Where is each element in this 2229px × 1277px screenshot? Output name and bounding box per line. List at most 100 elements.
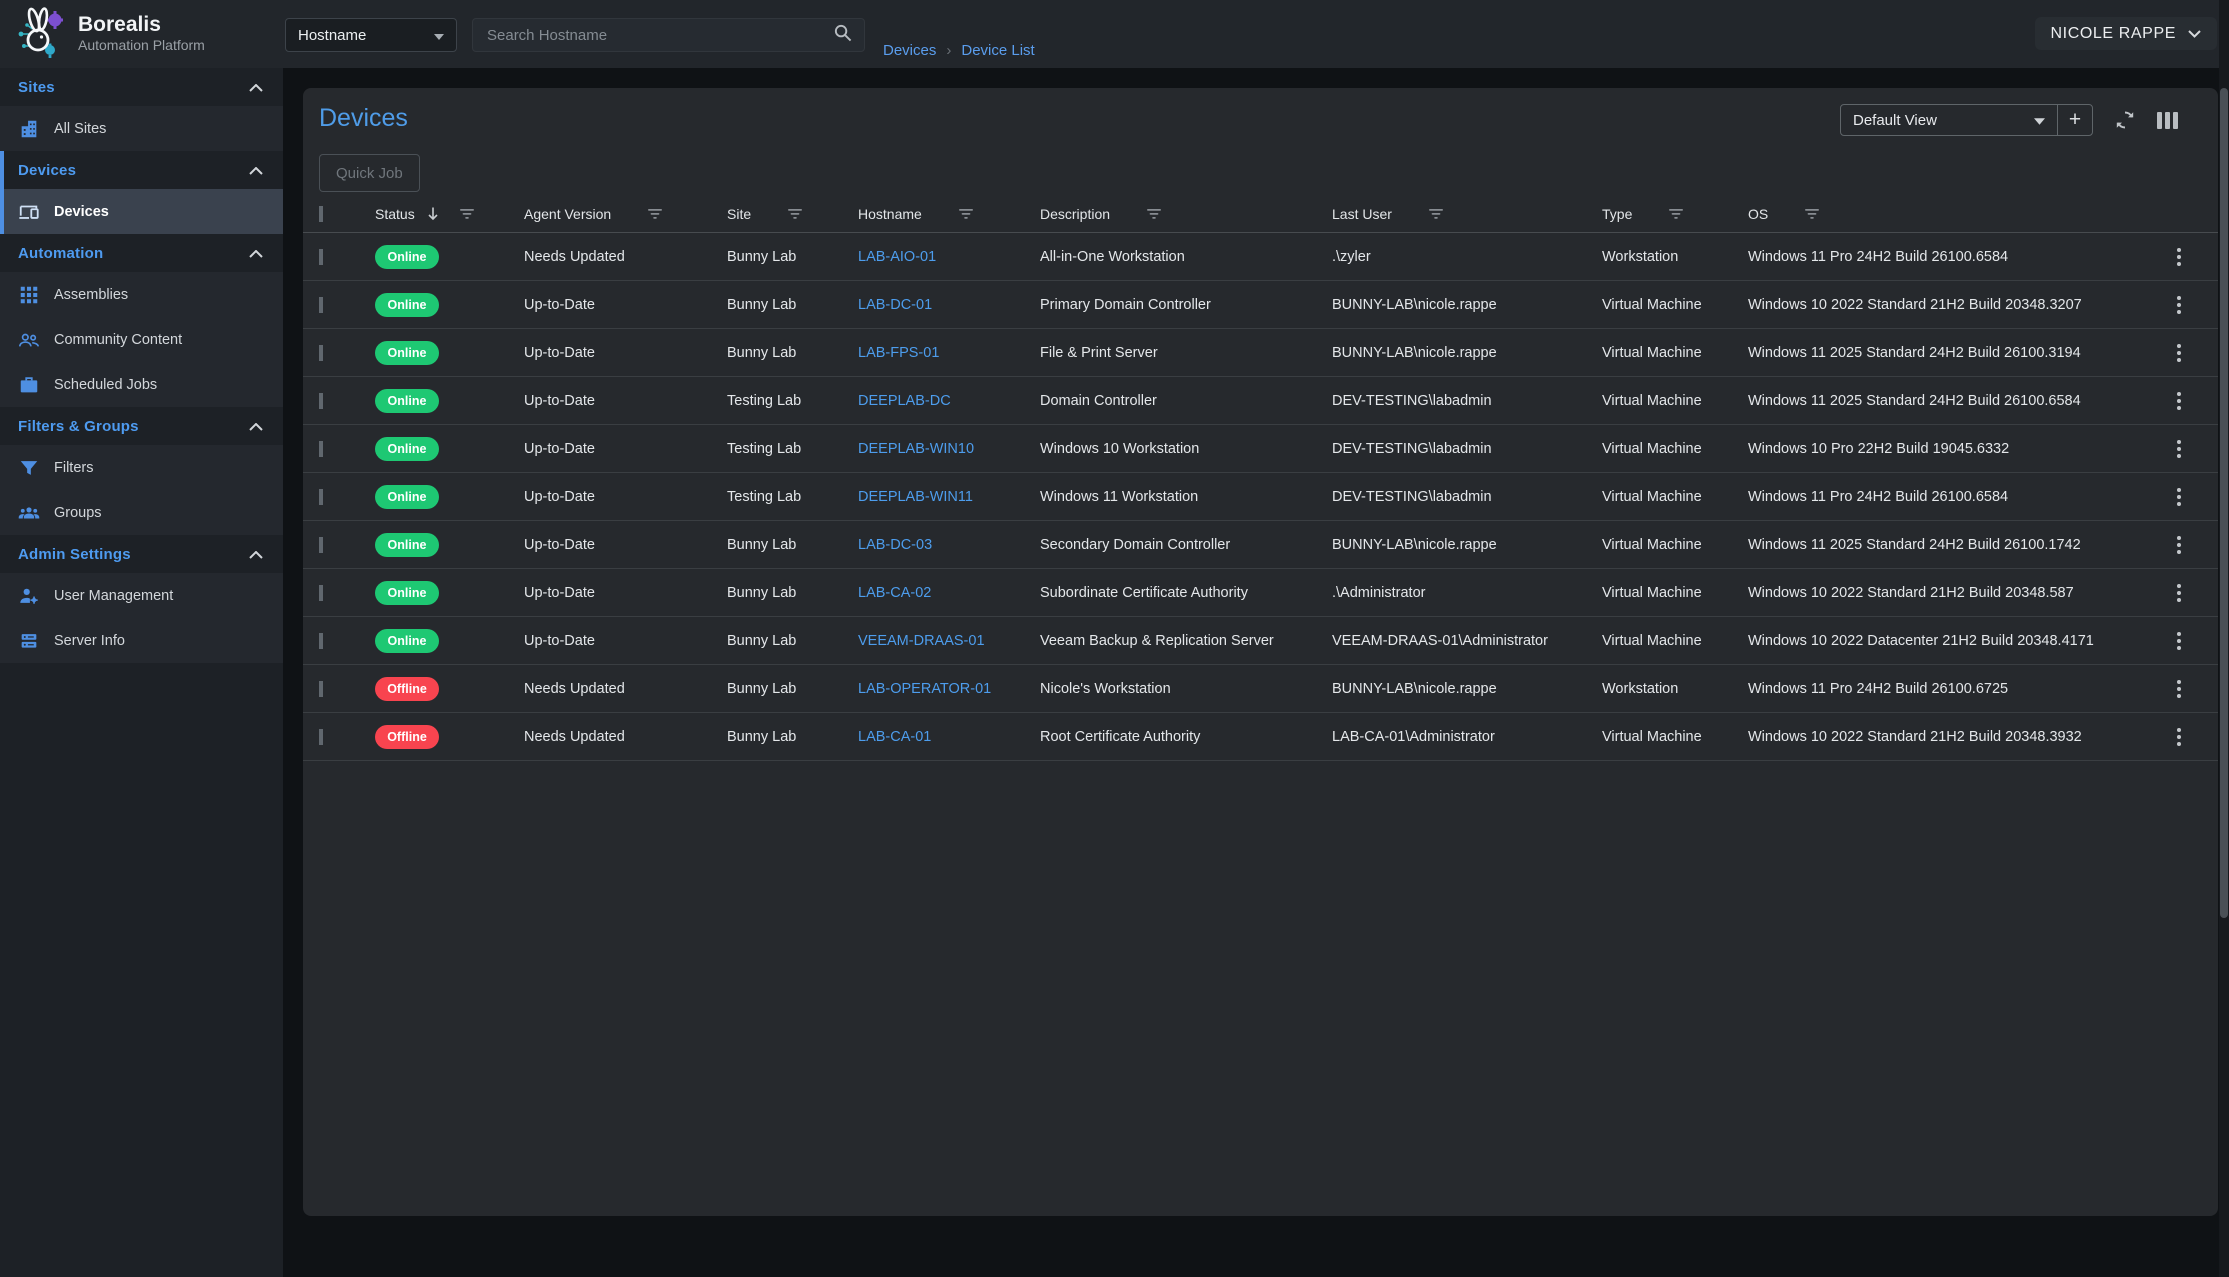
- hostname-link[interactable]: LAB-DC-03: [858, 537, 932, 553]
- row-actions-kebab-icon[interactable]: [2173, 436, 2185, 462]
- hostname-link[interactable]: DEEPLAB-DC: [858, 393, 951, 409]
- row-checkbox[interactable]: [319, 681, 323, 697]
- row-checkbox[interactable]: [319, 489, 323, 505]
- filter-icon[interactable]: [647, 208, 663, 220]
- sidebar-section-header-sites[interactable]: Sites: [0, 68, 283, 106]
- column-header-site[interactable]: Site: [727, 206, 858, 222]
- view-selector[interactable]: Default View: [1841, 105, 2057, 135]
- refresh-icon[interactable]: [2113, 108, 2137, 132]
- row-checkbox[interactable]: [319, 729, 323, 745]
- sidebar-item-label: Filters: [54, 460, 93, 476]
- row-checkbox[interactable]: [319, 585, 323, 601]
- sidebar-section-automation: Automation Assemblies: [0, 234, 283, 407]
- hostname-link[interactable]: DEEPLAB-WIN11: [858, 489, 973, 505]
- search-field[interactable]: [472, 18, 865, 52]
- user-menu-button[interactable]: NICOLE RAPPE: [2035, 17, 2217, 50]
- cell-os: Windows 10 2022 Standard 21H2 Build 2034…: [1748, 729, 2140, 745]
- row-actions-kebab-icon[interactable]: [2173, 244, 2185, 270]
- row-checkbox[interactable]: [319, 249, 323, 265]
- cell-agent-version: Needs Updated: [524, 249, 727, 265]
- row-actions-kebab-icon[interactable]: [2173, 724, 2185, 750]
- column-header-description[interactable]: Description: [1040, 206, 1332, 222]
- filter-icon[interactable]: [958, 208, 974, 220]
- sidebar-section-header-automation[interactable]: Automation: [0, 234, 283, 272]
- funnel-icon: [18, 457, 40, 479]
- status-badge: Online: [375, 485, 439, 509]
- sidebar-item-server-info[interactable]: Server Info: [0, 618, 283, 663]
- hostname-link[interactable]: VEEAM-DRAAS-01: [858, 633, 985, 649]
- row-actions-kebab-icon[interactable]: [2173, 292, 2185, 318]
- hostname-link[interactable]: LAB-FPS-01: [858, 345, 939, 361]
- hostname-link[interactable]: LAB-AIO-01: [858, 249, 936, 265]
- scrollbar[interactable]: [2219, 0, 2229, 1277]
- cell-agent-version: Up-to-Date: [524, 585, 727, 601]
- breadcrumb-devices[interactable]: Devices: [883, 42, 936, 59]
- sidebar-item-devices[interactable]: Devices: [4, 189, 283, 234]
- search-input[interactable]: [485, 26, 833, 45]
- brand-title: Borealis: [78, 13, 205, 37]
- user-gear-icon: [18, 585, 40, 607]
- filter-icon[interactable]: [787, 208, 803, 220]
- quick-job-button[interactable]: Quick Job: [319, 154, 420, 192]
- row-actions-kebab-icon[interactable]: [2173, 532, 2185, 558]
- row-actions-kebab-icon[interactable]: [2173, 340, 2185, 366]
- row-actions-kebab-icon[interactable]: [2173, 484, 2185, 510]
- sidebar-item-user-management[interactable]: User Management: [0, 573, 283, 618]
- search-icon[interactable]: [833, 23, 852, 47]
- sidebar-item-groups[interactable]: Groups: [0, 490, 283, 535]
- row-actions-kebab-icon[interactable]: [2173, 388, 2185, 414]
- column-header-hostname[interactable]: Hostname: [858, 206, 1040, 222]
- sidebar-section-header-admin-settings[interactable]: Admin Settings: [0, 535, 283, 573]
- cell-agent-version: Up-to-Date: [524, 393, 727, 409]
- sidebar-item-community-content[interactable]: Community Content: [0, 317, 283, 362]
- row-checkbox[interactable]: [319, 441, 323, 457]
- table-row: Offline Needs Updated Bunny Lab LAB-OPER…: [303, 665, 2218, 713]
- sidebar-item-assemblies[interactable]: Assemblies: [0, 272, 283, 317]
- scrollbar-thumb[interactable]: [2220, 88, 2228, 918]
- cell-site: Testing Lab: [727, 393, 858, 409]
- sidebar-item-scheduled-jobs[interactable]: Scheduled Jobs: [0, 362, 283, 407]
- row-actions-kebab-icon[interactable]: [2173, 628, 2185, 654]
- column-header-last-user[interactable]: Last User: [1332, 206, 1602, 222]
- hostname-link[interactable]: DEEPLAB-WIN10: [858, 441, 974, 457]
- filter-icon[interactable]: [1668, 208, 1684, 220]
- sidebar-section-devices: Devices Devices: [0, 151, 283, 234]
- sidebar-item-all-sites[interactable]: All Sites: [0, 106, 283, 151]
- chevron-down-icon: [2034, 112, 2045, 129]
- filter-icon[interactable]: [1804, 208, 1820, 220]
- sidebar-item-filters[interactable]: Filters: [0, 445, 283, 490]
- column-header-status[interactable]: Status: [375, 206, 524, 222]
- filter-icon[interactable]: [1428, 208, 1444, 220]
- row-actions-kebab-icon[interactable]: [2173, 580, 2185, 606]
- hostname-link[interactable]: LAB-DC-01: [858, 297, 932, 313]
- breadcrumb-device-list[interactable]: Device List: [961, 42, 1034, 59]
- row-checkbox[interactable]: [319, 297, 323, 313]
- select-all-checkbox[interactable]: [319, 206, 323, 222]
- sidebar-section-header-devices[interactable]: Devices: [0, 151, 283, 189]
- cell-description: File & Print Server: [1040, 345, 1332, 361]
- row-checkbox[interactable]: [319, 633, 323, 649]
- columns-icon[interactable]: [2157, 112, 2178, 129]
- sidebar: Sites All Sites Devices: [0, 68, 283, 1277]
- cell-agent-version: Needs Updated: [524, 729, 727, 745]
- row-checkbox[interactable]: [319, 393, 323, 409]
- devices-panel: Devices Default View + Quick Job: [303, 88, 2218, 1216]
- column-header-os[interactable]: OS: [1748, 206, 2140, 222]
- sidebar-section-header-filters-groups[interactable]: Filters & Groups: [0, 407, 283, 445]
- cell-os: Windows 10 2022 Datacenter 21H2 Build 20…: [1748, 633, 2140, 649]
- rabbit-logo-icon: [14, 6, 66, 60]
- cell-last-user: DEV-TESTING\labadmin: [1332, 393, 1602, 409]
- search-by-select[interactable]: Hostname: [285, 18, 457, 52]
- column-label: Type: [1602, 206, 1632, 222]
- filter-icon[interactable]: [459, 208, 475, 220]
- hostname-link[interactable]: LAB-CA-02: [858, 585, 931, 601]
- column-header-type[interactable]: Type: [1602, 206, 1748, 222]
- column-header-agent-version[interactable]: Agent Version: [524, 206, 727, 222]
- filter-icon[interactable]: [1146, 208, 1162, 220]
- hostname-link[interactable]: LAB-OPERATOR-01: [858, 681, 991, 697]
- add-view-button[interactable]: +: [2057, 105, 2092, 135]
- row-checkbox[interactable]: [319, 345, 323, 361]
- hostname-link[interactable]: LAB-CA-01: [858, 729, 931, 745]
- row-checkbox[interactable]: [319, 537, 323, 553]
- row-actions-kebab-icon[interactable]: [2173, 676, 2185, 702]
